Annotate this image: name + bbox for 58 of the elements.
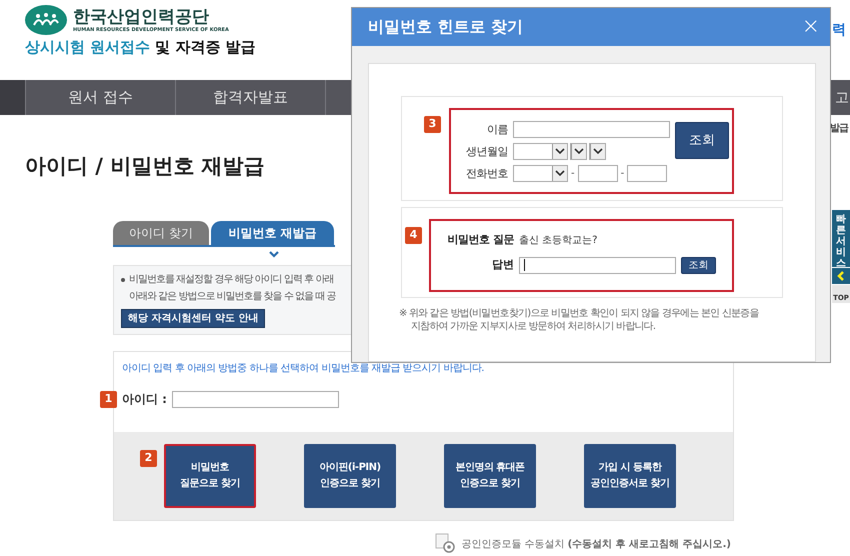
tab[interactable]: 아이디 찾기 (113, 221, 209, 245)
map-guide-button[interactable]: 해당 자격시험센터 약도 안내 (121, 309, 266, 328)
lookup-button[interactable]: 조회 (681, 256, 716, 274)
note-text: 지참하여 가까운 지부지사로 방문하여 처리하시기 바랍니다. (410, 320, 656, 333)
phone-label: 전화번호 (466, 166, 508, 182)
id-label: 아이디 : (122, 391, 167, 408)
question-text: 출신 초등학교는? (519, 234, 598, 248)
close-button[interactable]: × (802, 16, 820, 38)
question-label: 비밀번호 질문 (446, 232, 514, 248)
bullet-icon (121, 278, 125, 282)
birth-label: 생년월일 (466, 144, 508, 160)
separator: - (620, 167, 624, 181)
id-input-field[interactable] (172, 390, 339, 408)
separator: - (571, 167, 575, 181)
chevron-down-icon (269, 251, 279, 258)
answer-label: 답변 (491, 256, 514, 273)
step-badge: 1 (100, 390, 117, 408)
dropdown-caret-icon (552, 166, 567, 181)
site-title: 및 자격증 발급 (155, 37, 256, 57)
logo-icon (25, 5, 67, 35)
info-text: 비밀번호를 재설정할 경우 해당 아이디 입력 후 아래 (129, 273, 334, 287)
name-label: 이름 (487, 122, 508, 138)
dropdown-caret-icon (571, 144, 586, 159)
install-note: 공인인증모듈 수동설치 (수동설치 후 새로고침해 주십시오.) (461, 538, 731, 552)
gear-icon (435, 533, 458, 555)
note-text: ※ 위와 같은 방법(비밀번호찾기)으로 비밀번호 확인이 되지 않을 경우에는 본인 신분증을 (399, 307, 760, 320)
page-title: 아이디 / 비밀번호 재발급 (25, 153, 265, 179)
dropdown-select[interactable] (513, 165, 568, 182)
dropdown-select[interactable] (513, 143, 568, 160)
phone-input-field[interactable] (578, 165, 618, 182)
dropdown-select[interactable] (589, 143, 606, 160)
step-badge: 3 (424, 116, 441, 133)
org-name: 한국산업인력공단 (73, 7, 210, 27)
answer-input-field[interactable] (519, 256, 676, 274)
dropdown-select[interactable] (570, 143, 587, 160)
header-link[interactable]: 력 (832, 20, 846, 41)
dropdown-caret-icon (590, 144, 605, 159)
method-button[interactable]: 아이핀(i-PIN) 인증으로 찾기 (304, 444, 396, 508)
site-title-highlight: 상시시험 원서접수 (25, 37, 150, 57)
nav-item[interactable]: 합격자발표 (175, 80, 325, 115)
phone-input-field[interactable] (627, 165, 668, 182)
nav-item[interactable]: 원서 접수 (25, 80, 175, 115)
instruction-text: 아이디 입력 후 아래의 방법중 하나를 선택하여 비밀번호를 재발급 받으시기 바랍니다. (122, 362, 485, 376)
step-badge: 4 (405, 226, 422, 244)
method-button[interactable]: 본인명의 휴대폰 인증으로 찾기 (444, 444, 536, 508)
quick-service-tab[interactable]: 빠른서비스 (832, 210, 850, 267)
method-button[interactable]: 비밀번호 질문으로 찾기 (164, 444, 256, 508)
side-text: 발급 (830, 122, 848, 136)
name-input-field[interactable] (513, 121, 670, 138)
tab[interactable]: 비밀번호 재발급 (211, 221, 334, 245)
step-badge: 2 (140, 450, 157, 467)
nav-item[interactable]: 고 (835, 88, 849, 109)
dropdown-caret-icon (552, 144, 567, 159)
method-button[interactable]: 가입 시 등록한 공인인증서로 찾기 (584, 444, 676, 508)
info-text: 아래와 같은 방법으로 비밀번호를 찾을 수 없을 때 공 (129, 290, 336, 304)
dialog-title: 비밀번호 힌트로 찾기 (368, 16, 524, 38)
nav-side-block (0, 80, 25, 115)
lookup-button[interactable]: 조회 (675, 122, 729, 159)
